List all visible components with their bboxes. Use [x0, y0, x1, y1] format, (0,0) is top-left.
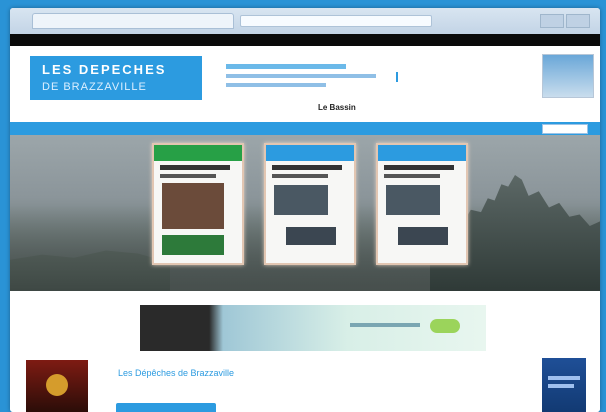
ad-text-line	[350, 323, 420, 327]
left-thumbnail[interactable]	[26, 360, 88, 412]
cover-headline	[384, 165, 454, 170]
address-bar[interactable]	[240, 15, 432, 27]
ad-banner[interactable]	[140, 305, 486, 351]
sub-navigation-bar	[10, 122, 600, 135]
ad-logo	[430, 319, 460, 333]
cover-photo	[398, 227, 448, 245]
cover-headline	[384, 174, 440, 178]
cover-photo	[162, 235, 224, 255]
browser-window: LES DEPECHES DE BRAZZAVILLE Le Bassin Le…	[10, 8, 600, 412]
newspaper-cover[interactable]	[152, 143, 244, 265]
header-thumbnail[interactable]	[542, 54, 594, 98]
cover-headline	[160, 174, 216, 178]
minimize-button[interactable]	[540, 14, 564, 28]
logo-line-2: DE BRAZZAVILLE	[42, 81, 147, 93]
cover-photo	[274, 185, 328, 215]
cover-photo	[162, 183, 224, 229]
site-top-bar	[10, 34, 600, 46]
read-more-button[interactable]	[116, 403, 216, 412]
thumbnail-text-line	[548, 384, 574, 388]
logo-line-1: LES DEPECHES	[42, 62, 167, 77]
header-center-title[interactable]: Le Bassin	[318, 103, 356, 112]
site-logo[interactable]: LES DEPECHES DE BRAZZAVILLE	[30, 56, 202, 100]
ad-text-line	[226, 83, 326, 87]
newspaper-cover[interactable]	[264, 143, 356, 265]
header-ad[interactable]	[220, 58, 400, 94]
hero-banner	[10, 135, 600, 291]
search-input[interactable]	[542, 124, 588, 134]
ad-text-line	[226, 74, 376, 78]
cover-headline	[272, 174, 328, 178]
browser-toolbar	[10, 8, 600, 34]
close-button[interactable]	[566, 14, 590, 28]
cover-headline	[272, 165, 342, 170]
cover-photo	[386, 185, 440, 215]
cover-masthead	[266, 145, 354, 161]
thumbnail-text-line	[548, 376, 580, 380]
section-title[interactable]: Les Dépêches de Brazzaville	[118, 368, 234, 378]
browser-tab[interactable]	[32, 13, 234, 29]
seal-icon	[46, 374, 68, 396]
web-page: LES DEPECHES DE BRAZZAVILLE Le Bassin Le…	[10, 46, 600, 412]
cover-photo	[286, 227, 336, 245]
newspaper-cover[interactable]	[376, 143, 468, 265]
ad-text-line	[226, 64, 346, 69]
cover-masthead	[378, 145, 466, 161]
ad-divider	[396, 72, 398, 82]
cover-masthead	[154, 145, 242, 161]
right-thumbnail[interactable]	[542, 358, 586, 412]
cover-headline	[160, 165, 230, 170]
